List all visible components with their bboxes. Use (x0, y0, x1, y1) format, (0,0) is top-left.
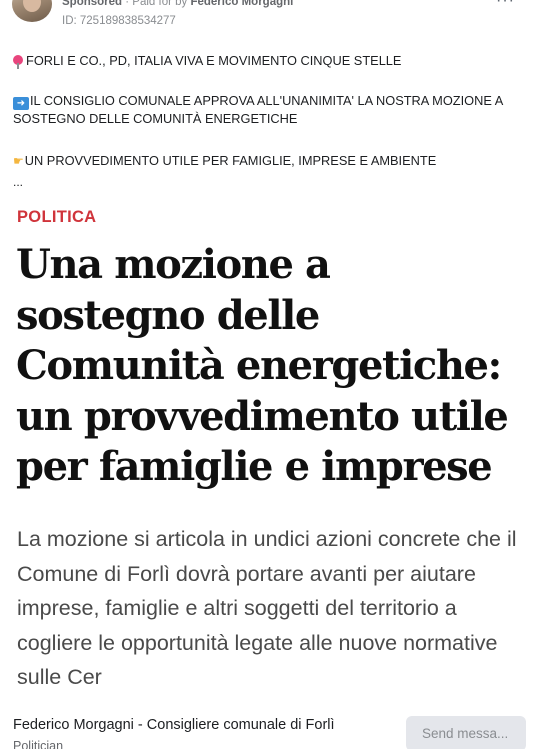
article-headline: Una mozione a sostegno delle Comunità en… (16, 241, 509, 490)
see-more-link[interactable]: ... (13, 175, 23, 189)
article-kicker: POLITICA (17, 208, 97, 226)
article-image[interactable]: POLITICA Una mozione a sostegno delle Co… (0, 192, 539, 702)
pointing-hand-icon: ☛ (13, 154, 24, 168)
caption-line-1-text: FORLI E CO., PD, ITALIA VIVA E MOVIMENTO… (26, 53, 402, 68)
ad-id: ID: 725189838534277 (62, 15, 176, 27)
caption-line-3-text: UN PROVVEDIMENTO UTILE PER FAMIGLIE, IMP… (24, 153, 437, 168)
caption-line-2: ➜ IL CONSIGLIO COMUNALE APPROVA ALL'UNANI… (13, 92, 533, 128)
ad-footer: Federico Morgagni - Consigliere comunale… (0, 702, 539, 749)
page-category: Politician (13, 739, 64, 749)
avatar[interactable] (12, 0, 52, 22)
send-message-button[interactable]: Send messa... (406, 716, 526, 749)
page-name[interactable]: Federico Morgagni - Consigliere comunale… (13, 717, 335, 733)
caption-line-2-text: IL CONSIGLIO COMUNALE APPROVA ALL'UNANIM… (13, 93, 503, 126)
sponsored-line: Sponsored · Paid for by Federico Morgagn… (62, 0, 293, 8)
paid-for-by-name[interactable]: Federico Morgagni (190, 0, 293, 8)
sponsored-label: Sponsored (62, 0, 123, 8)
paid-for-by-prefix: Paid for by (132, 0, 191, 8)
article-summary: La mozione si articola in undici azioni … (17, 527, 517, 689)
round-pushpin-icon (13, 55, 23, 69)
more-options-icon[interactable]: ··· (496, 0, 515, 10)
separator: · (122, 0, 133, 8)
right-arrow-icon: ➜ (13, 97, 29, 110)
caption-line-1: FORLI E CO., PD, ITALIA VIVA E MOVIMENTO… (13, 52, 533, 70)
ad-header: Sponsored · Paid for by Federico Morgagn… (0, 0, 539, 36)
caption-line-3: ☛UN PROVVEDIMENTO UTILE PER FAMIGLIE, IM… (13, 152, 533, 170)
